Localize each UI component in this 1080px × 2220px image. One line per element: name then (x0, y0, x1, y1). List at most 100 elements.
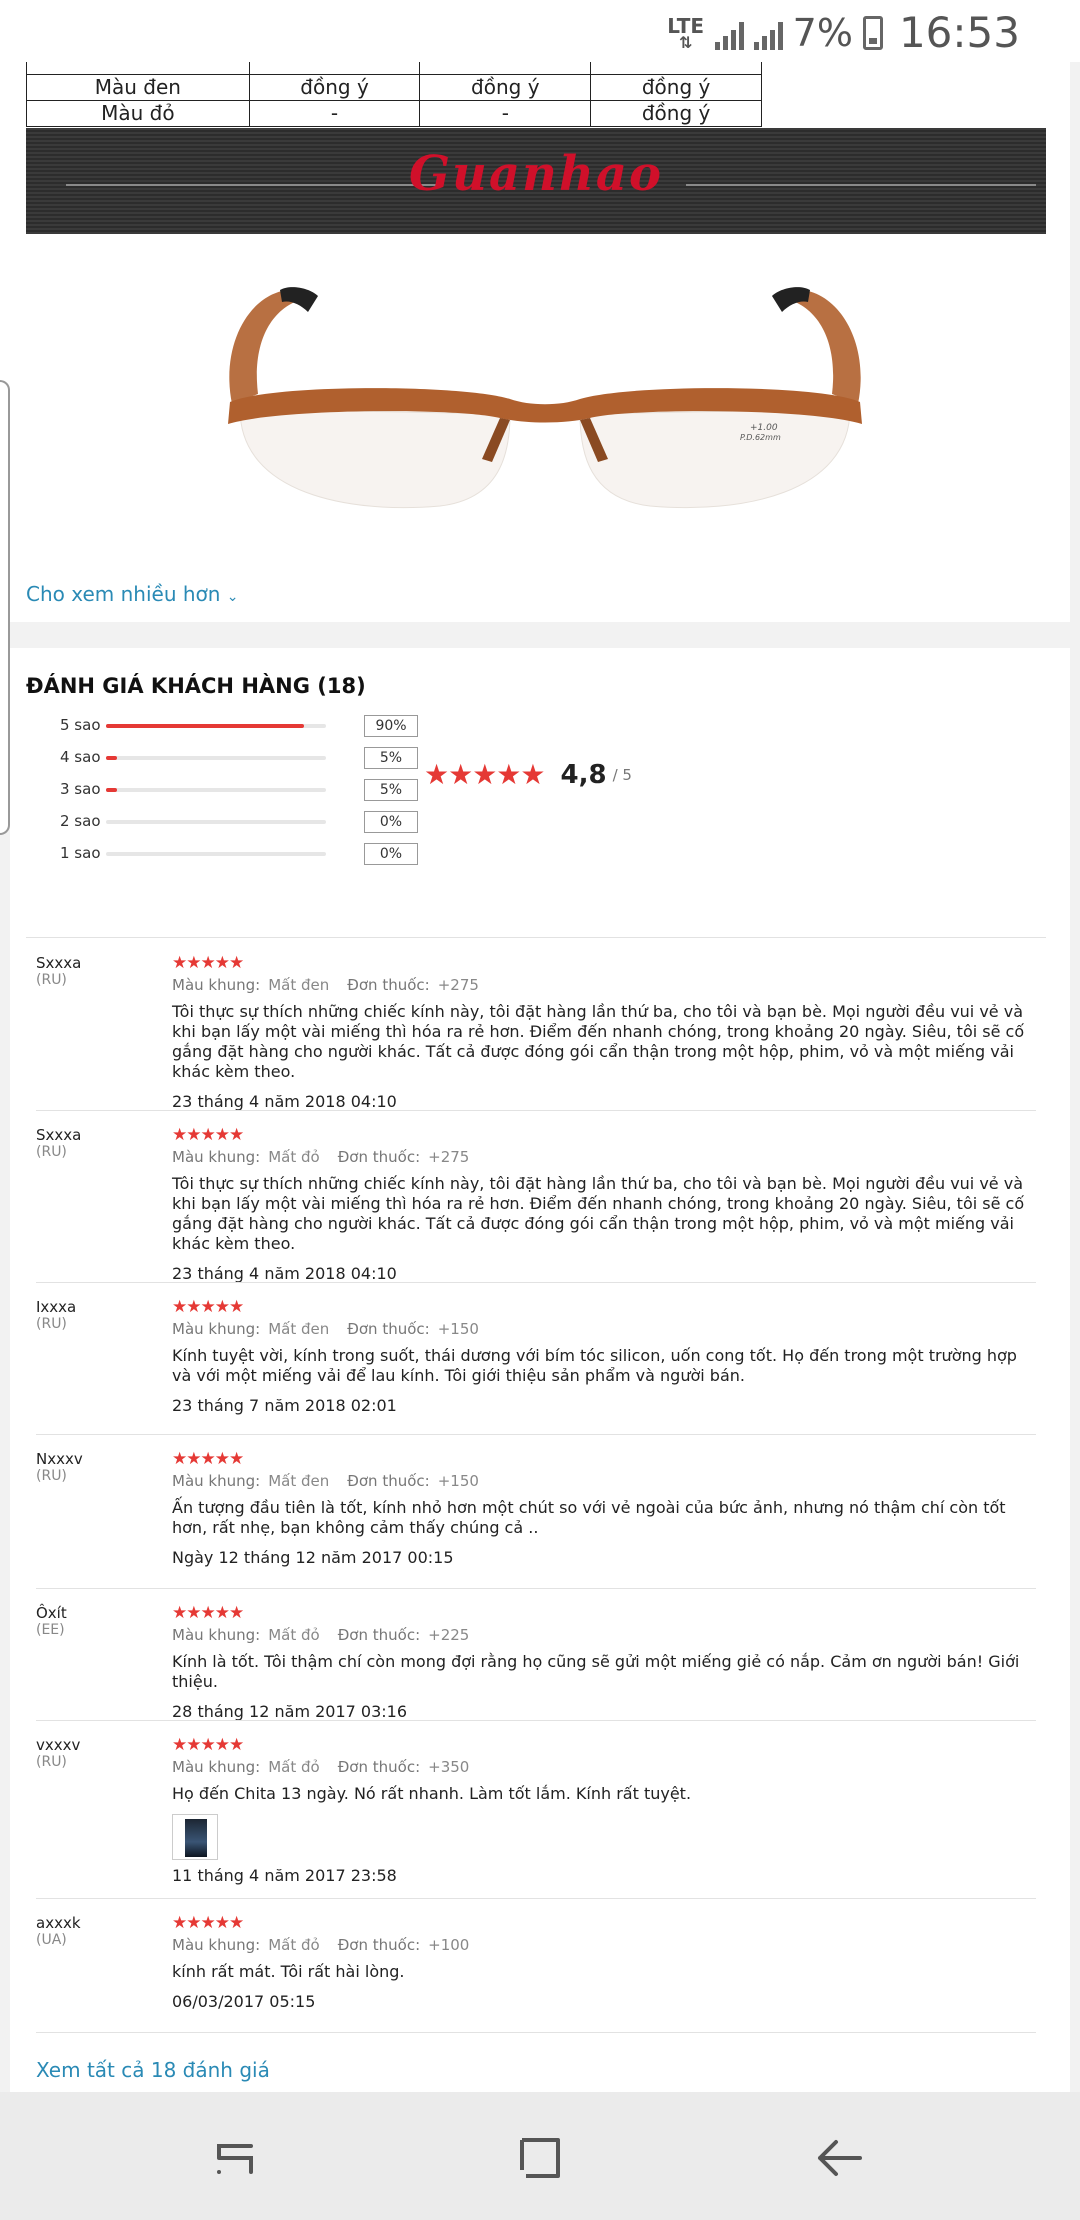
review-date: 11 tháng 4 năm 2017 23:58 (172, 1866, 397, 1885)
review-text: Tôi thực sự thích những chiếc kính này, … (172, 1002, 1025, 1081)
rating-bar-percent: 5% (364, 747, 418, 769)
review-meta: Màu khung: Mất đen Đơn thuốc: +150 (172, 1320, 1032, 1338)
rating-bar-5: 5 sao 90% (40, 715, 440, 737)
rx-value: +150 (437, 1320, 479, 1338)
frame-value: Mất đen (268, 976, 330, 994)
brand-logo: Guanhao (409, 146, 663, 202)
rating-bar-label: 3 sao (60, 780, 101, 798)
frame-value: Mất đen (268, 1472, 330, 1490)
rx-value: +100 (428, 1936, 470, 1954)
review-date: 28 tháng 12 năm 2017 03:16 (172, 1702, 408, 1721)
divider (36, 1110, 1036, 1111)
rating-bar-track (106, 820, 326, 824)
signal-icon (714, 16, 744, 50)
rx-value: +150 (437, 1472, 479, 1490)
reviewer-name: Ixxxa (36, 1298, 77, 1316)
review-meta: Màu khung: Mất đỏ Đơn thuốc: +350 (172, 1758, 1032, 1776)
spec-cell (590, 62, 762, 75)
spec-cell: đồng ý (419, 73, 592, 101)
rating-bar-track (106, 852, 326, 856)
spec-cell: Màu đen (26, 73, 250, 101)
review-meta: Màu khung: Mất đen Đơn thuốc: +275 (172, 976, 1032, 994)
review-photo-thumbnail[interactable] (172, 1814, 218, 1860)
reviewer-country: (RU) (36, 1468, 67, 1484)
spec-cell (26, 62, 250, 75)
review-stars-icon: ★★★★★ (172, 953, 244, 973)
show-more-link[interactable]: Cho xem nhiều hơn ⌄ (26, 582, 239, 606)
review-text: Họ đến Chita 13 ngày. Nó rất nhanh. Làm … (172, 1784, 692, 1803)
review-date: 06/03/2017 05:15 (172, 1992, 316, 2011)
review-stars-icon: ★★★★★ (172, 1125, 244, 1145)
average-score: 4,8 (560, 759, 607, 790)
review-stars-icon: ★★★★★ (172, 1297, 244, 1317)
reviewer-country: (UA) (36, 1932, 67, 1948)
frame-value: Mất đỏ (268, 1148, 320, 1166)
spec-cell (248, 62, 421, 75)
reviewer-country: (RU) (36, 972, 67, 988)
rx-value: +225 (428, 1626, 470, 1644)
rx-label: Đơn thuốc: (337, 1626, 421, 1644)
reviewer-country: (EE) (36, 1622, 65, 1638)
spec-cell: Màu đỏ (26, 99, 250, 127)
lens-marking-pd: P.D.62mm (740, 433, 781, 442)
reviewer-name: Sxxxa (36, 1126, 82, 1144)
edge-panel-handle[interactable] (0, 380, 10, 835)
rating-bar-track (106, 756, 326, 760)
reviewer-name: Ôxít (36, 1604, 67, 1622)
see-all-reviews-link[interactable]: Xem tất cả 18 đánh giá (36, 2058, 270, 2082)
reviewer-name: Sxxxa (36, 954, 82, 972)
frame-value: Mất đỏ (268, 1758, 320, 1776)
reviewer-country: (RU) (36, 1754, 67, 1770)
rating-bar-label: 4 sao (60, 748, 101, 766)
brand-banner: Guanhao (26, 128, 1046, 234)
frame-label: Màu khung: (172, 1472, 261, 1490)
divider (26, 937, 1046, 938)
rx-label: Đơn thuốc: (337, 1148, 421, 1166)
rx-label: Đơn thuốc: (347, 1472, 430, 1490)
product-image-glasses: +1.00 P.D.62mm (228, 287, 862, 509)
rating-bar-fill (106, 788, 117, 792)
review-date: Ngày 12 tháng 12 năm 2017 00:15 (172, 1548, 454, 1567)
rx-value: +275 (437, 976, 479, 994)
average-rating: ★★★★★ 4,8 / 5 (424, 758, 632, 791)
review-text: Kính tuyệt vời, kính trong suốt, thái dư… (172, 1346, 1017, 1385)
review-stars-icon: ★★★★★ (172, 1913, 244, 1933)
recents-icon[interactable] (205, 2128, 265, 2188)
reviews-title: ĐÁNH GIÁ KHÁCH HÀNG (18) (26, 674, 366, 698)
spec-cell: - (248, 99, 421, 127)
frame-label: Màu khung: (172, 1758, 261, 1776)
divider (36, 2032, 1036, 2033)
spec-cell: đồng ý (590, 73, 762, 101)
review-text: Tôi thực sự thích những chiếc kính này, … (172, 1174, 1025, 1253)
review-text: kính rất mát. Tôi rất hài lòng. (172, 1962, 405, 1981)
customer-reviews-section: ĐÁNH GIÁ KHÁCH HÀNG (18) 5 sao 90% 4 sao… (10, 648, 1070, 2096)
home-icon[interactable] (510, 2128, 570, 2188)
frame-label: Màu khung: (172, 1626, 261, 1644)
review-text: Kính là tốt. Tôi thậm chí còn mong đợi r… (172, 1652, 1020, 1691)
frame-value: Mất đỏ (268, 1626, 320, 1644)
rx-value: +350 (428, 1758, 470, 1776)
spec-row: Màu đỏ - - đồng ý (26, 99, 762, 127)
divider (36, 1282, 1036, 1283)
frame-value: Mất đỏ (268, 1936, 320, 1954)
frame-label: Màu khung: (172, 1936, 261, 1954)
spec-cell: đồng ý (590, 99, 762, 127)
spec-partial-row (26, 62, 762, 75)
average-stars-icon: ★★★★★ (424, 758, 546, 791)
spec-table: Màu đen đồng ý đồng ý đồng ý Màu đỏ - - … (26, 62, 762, 127)
review-stars-icon: ★★★★★ (172, 1735, 244, 1755)
divider (36, 1720, 1036, 1721)
frame-label: Màu khung: (172, 976, 261, 994)
battery-icon (862, 15, 883, 50)
spec-cell: - (419, 99, 592, 127)
average-score-max: / 5 (612, 765, 632, 784)
rating-bar-track (106, 788, 326, 792)
battery-percent: 7% (792, 10, 853, 55)
frame-label: Màu khung: (172, 1320, 261, 1338)
back-icon[interactable] (810, 2128, 870, 2188)
review-meta: Màu khung: Mất đen Đơn thuốc: +150 (172, 1472, 1032, 1490)
review-meta: Màu khung: Mất đỏ Đơn thuốc: +100 (172, 1936, 1032, 1954)
banner-divider-right (686, 184, 1036, 186)
divider (36, 1898, 1036, 1899)
review-meta: Màu khung: Mất đỏ Đơn thuốc: +225 (172, 1626, 1032, 1644)
